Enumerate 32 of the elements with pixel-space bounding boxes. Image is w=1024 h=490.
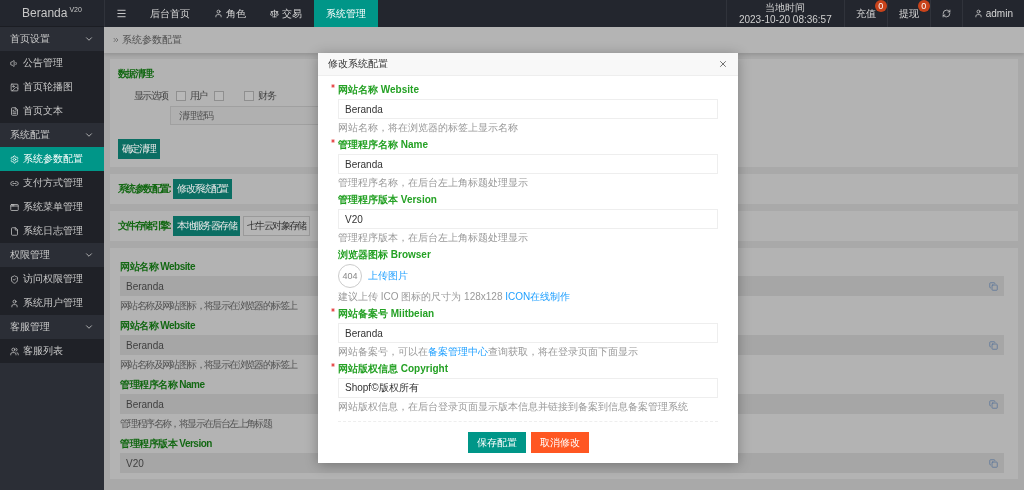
card-title: 系统参数配置:	[118, 182, 171, 196]
field-hint: 管理程序名称，在后台左上角标题处理显示	[338, 177, 529, 189]
card-title: 数据清理:	[118, 68, 154, 79]
field-label: 管理程序名称 Name	[120, 378, 205, 392]
app-logo: Beranda $^{V20}$	[22, 6, 82, 20]
clock-label: 当地时间	[765, 1, 806, 14]
modal-title: 修改系统配置	[328, 57, 388, 71]
field-hint: 建议上传 ICO 图标的尺寸为 128x128 ICON在线制作	[338, 291, 572, 303]
field-label: 管理程序名称 Name	[338, 137, 428, 152]
field-hint: 网站名称，将在浏览器的标签上显示名称	[338, 122, 519, 134]
clock-time: 2023-10-20 08:36:57	[738, 13, 832, 26]
field-hint: 管理程序版本，在后台左上角标题处理显示	[338, 232, 529, 244]
count-badge: 0	[917, 0, 930, 12]
field-label: 网站版权信息 Copyright	[338, 361, 448, 376]
field-label: 网站备案号 Miitbeian	[338, 306, 435, 321]
field-hint: 网站版权信息，在后台登录页面显示版本信息并链接到备案到信息备案管理系统	[338, 401, 689, 413]
options-label: 显示选项	[134, 89, 168, 103]
field-label: 管理程序版本 Version	[120, 437, 212, 451]
field-label: 管理程序版本 Version	[338, 192, 437, 207]
field-hint: 网站名称及网站图标，将显示在浏览器的标签上	[120, 358, 297, 372]
card-title: 文件存储引擎:	[118, 219, 171, 233]
field-hint: 管理程序名称，将显示在后台左上角标题	[120, 417, 272, 431]
field-hint: 网站备案号，可以在备案管理中心查询获取，将在登录页面下面显示	[338, 346, 639, 358]
field-label: 浏览器图标 Browser	[338, 247, 431, 262]
field-label: 网站名称 Website	[120, 319, 195, 333]
checkbox-label: 用户	[189, 89, 207, 103]
checkbox-label: 财务	[258, 89, 276, 103]
count-badge: 0	[874, 0, 887, 12]
field-hint: 网站名称及网站图标，将显示在浏览器的标签上	[120, 299, 297, 313]
field-label: 网站名称 Website	[338, 82, 419, 97]
breadcrumb: 系统参数配置	[122, 33, 182, 47]
field-label: 网站名称 Website	[120, 260, 195, 274]
